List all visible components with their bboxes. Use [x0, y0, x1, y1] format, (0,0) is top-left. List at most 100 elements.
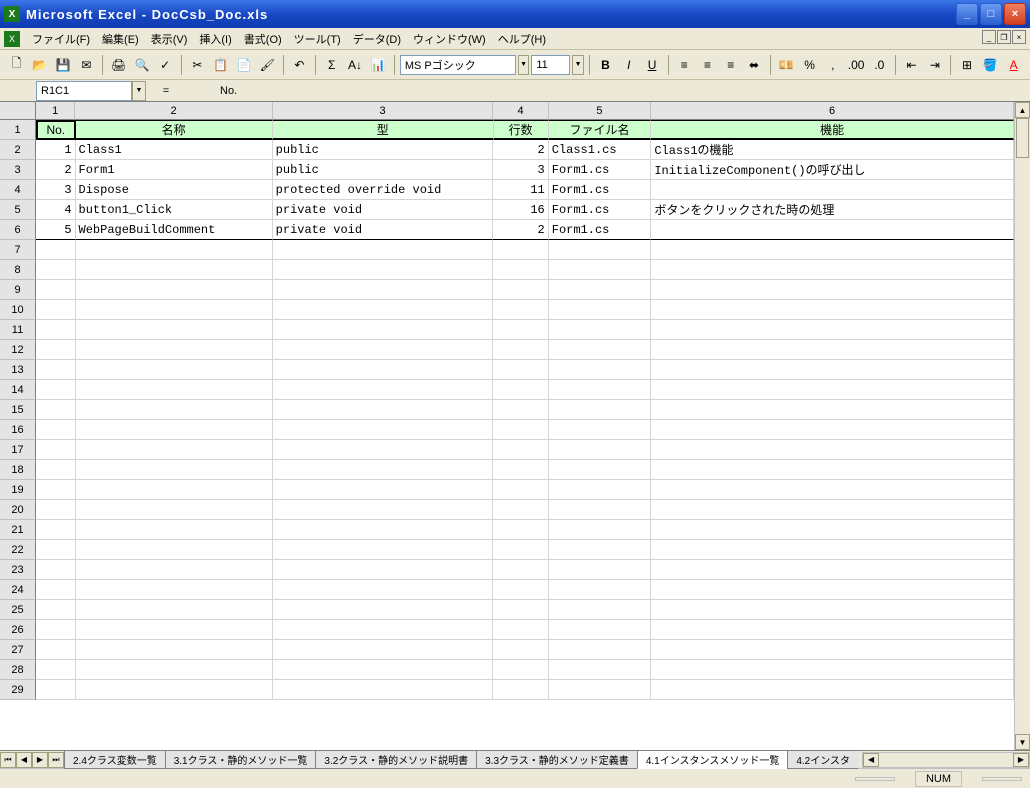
cell[interactable]	[76, 460, 273, 480]
cell[interactable]: public	[273, 140, 494, 160]
cell[interactable]: public	[273, 160, 494, 180]
borders-icon[interactable]: ⊞	[956, 54, 977, 76]
row-header[interactable]: 4	[0, 180, 36, 200]
cell[interactable]: 行数	[494, 120, 549, 140]
font-dropdown-icon[interactable]: ▼	[518, 55, 530, 75]
cell[interactable]	[76, 520, 273, 540]
row-header[interactable]: 10	[0, 300, 36, 320]
cell[interactable]	[36, 560, 76, 580]
chart-icon[interactable]: 📊	[368, 54, 389, 76]
cell[interactable]	[549, 660, 652, 680]
cell[interactable]	[36, 600, 76, 620]
tab-last-icon[interactable]: ⏭	[48, 752, 64, 768]
align-left-icon[interactable]: ≡	[674, 54, 695, 76]
cell[interactable]: protected override void	[273, 180, 494, 200]
cell[interactable]	[549, 240, 652, 260]
cell[interactable]	[549, 320, 652, 340]
cell[interactable]	[36, 660, 76, 680]
cell[interactable]: Class1の機能	[651, 140, 1014, 160]
cell-area[interactable]: No.名称型行数ファイル名機能1Class1public2Class1.csCl…	[36, 120, 1014, 750]
row-header[interactable]: 23	[0, 560, 36, 580]
mdi-restore[interactable]: ❐	[997, 30, 1011, 44]
cell[interactable]	[76, 380, 273, 400]
cell[interactable]	[76, 240, 273, 260]
cell[interactable]	[36, 580, 76, 600]
cell[interactable]	[493, 400, 548, 420]
cell[interactable]	[549, 480, 652, 500]
sheet-tab[interactable]: 3.1クラス・静的メソッド一覧	[165, 751, 317, 769]
cell[interactable]	[493, 600, 548, 620]
cell[interactable]	[549, 280, 652, 300]
mail-icon[interactable]: ✉	[76, 54, 97, 76]
cell[interactable]	[493, 480, 548, 500]
cell[interactable]	[549, 380, 652, 400]
cell[interactable]	[76, 300, 273, 320]
row-header[interactable]: 6	[0, 220, 36, 240]
cell[interactable]	[273, 640, 494, 660]
mdi-minimize[interactable]: _	[982, 30, 996, 44]
cell[interactable]: 3	[493, 160, 548, 180]
row-header[interactable]: 16	[0, 420, 36, 440]
cell[interactable]: Form1.cs	[549, 200, 652, 220]
cell[interactable]	[549, 440, 652, 460]
cell[interactable]	[36, 340, 76, 360]
cell[interactable]	[76, 340, 273, 360]
sheet-tab[interactable]: 3.2クラス・静的メソッド説明書	[315, 751, 477, 769]
row-header[interactable]: 1	[0, 120, 36, 140]
cell[interactable]	[273, 360, 494, 380]
row-header[interactable]: 15	[0, 400, 36, 420]
cell[interactable]	[651, 540, 1014, 560]
tab-prev-icon[interactable]: ◀	[16, 752, 32, 768]
namebox-dropdown-icon[interactable]: ▼	[132, 81, 146, 101]
cell[interactable]	[76, 640, 273, 660]
row-header[interactable]: 11	[0, 320, 36, 340]
bold-icon[interactable]: B	[595, 54, 616, 76]
cell[interactable]	[273, 480, 494, 500]
cell[interactable]	[76, 620, 273, 640]
maximize-button[interactable]: □	[980, 3, 1002, 25]
cell[interactable]: Form1	[76, 160, 273, 180]
align-center-icon[interactable]: ≡	[697, 54, 718, 76]
cell[interactable]: private void	[273, 200, 494, 220]
cell[interactable]: ファイル名	[549, 120, 652, 140]
cell[interactable]: button1_Click	[76, 200, 273, 220]
row-header[interactable]: 18	[0, 460, 36, 480]
cell[interactable]	[651, 460, 1014, 480]
cell[interactable]	[273, 680, 494, 700]
scroll-thumb[interactable]	[1016, 118, 1029, 158]
font-selector[interactable]: MS Pゴシック	[400, 55, 516, 75]
cell[interactable]	[493, 320, 548, 340]
fill-color-icon[interactable]: 🪣	[980, 54, 1001, 76]
row-header[interactable]: 27	[0, 640, 36, 660]
cell[interactable]	[651, 240, 1014, 260]
cell[interactable]	[76, 540, 273, 560]
cell[interactable]	[493, 540, 548, 560]
scroll-right-icon[interactable]: ▶	[1013, 753, 1029, 767]
mdi-close[interactable]: ×	[1012, 30, 1026, 44]
cell[interactable]	[493, 580, 548, 600]
cell[interactable]	[36, 280, 76, 300]
cell[interactable]: Form1.cs	[549, 160, 652, 180]
cell[interactable]	[36, 520, 76, 540]
cell[interactable]	[651, 660, 1014, 680]
cell[interactable]	[36, 400, 76, 420]
cell[interactable]	[651, 620, 1014, 640]
column-header[interactable]: 6	[651, 102, 1014, 120]
cell[interactable]: Class1.cs	[549, 140, 652, 160]
cell[interactable]	[76, 480, 273, 500]
cell[interactable]	[493, 280, 548, 300]
row-header[interactable]: 5	[0, 200, 36, 220]
cell[interactable]	[493, 520, 548, 540]
name-box[interactable]: R1C1	[36, 81, 132, 101]
menu-insert[interactable]: 挿入(I)	[193, 29, 237, 49]
cell[interactable]	[76, 580, 273, 600]
menu-help[interactable]: ヘルプ(H)	[492, 29, 552, 49]
row-header[interactable]: 14	[0, 380, 36, 400]
row-header[interactable]: 24	[0, 580, 36, 600]
cell[interactable]	[493, 380, 548, 400]
cell[interactable]	[493, 560, 548, 580]
cell[interactable]	[273, 320, 494, 340]
cell[interactable]	[273, 400, 494, 420]
scroll-up-icon[interactable]: ▲	[1015, 102, 1030, 118]
cell[interactable]	[651, 340, 1014, 360]
